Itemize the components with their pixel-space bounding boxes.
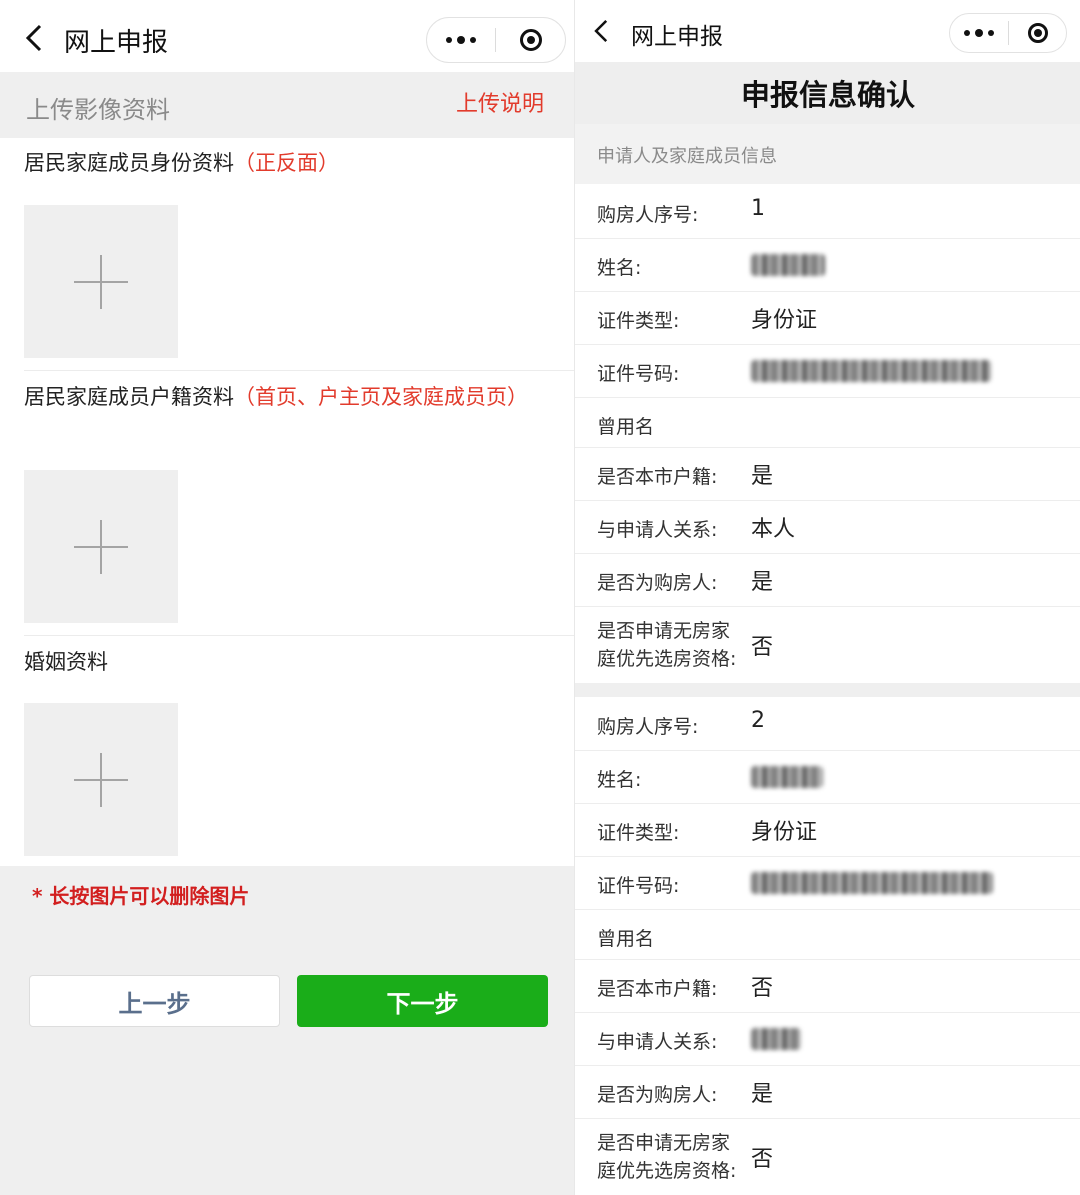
nav-bar: 网上申报	[575, 0, 1080, 62]
info-row: 曾用名	[575, 398, 1080, 448]
upload-list: 居民家庭成员身份资料（正反面） 居民家庭成员户籍资料（首页、户主页及家庭成员页）…	[0, 138, 574, 866]
back-icon[interactable]	[22, 22, 48, 54]
back-icon[interactable]	[591, 17, 613, 45]
divider	[24, 635, 574, 636]
close-mini-program-icon[interactable]	[496, 18, 565, 62]
field-label: 是否申请无房家 庭优先选房资格:	[597, 1132, 737, 1182]
info-row: 是否本市户籍: 是	[575, 448, 1080, 501]
upload-identity-button[interactable]	[24, 205, 178, 358]
section-title: 上传影像资料	[26, 96, 170, 124]
field-label: 是否申请无房家 庭优先选房资格:	[597, 620, 737, 670]
upload-label-identity: 居民家庭成员身份资料（正反面）	[24, 151, 339, 175]
delete-hint: * 长按图片可以删除图片	[32, 884, 250, 908]
upload-section-header: 上传影像资料 上传说明	[0, 72, 574, 138]
field-value: 身份证	[751, 820, 818, 845]
field-label: 证件号码:	[597, 363, 680, 385]
screenshot-pair: 网上申报 上传影像资料 上传说明 居民家庭成员身份资料（正反面） 居民家庭成员户…	[0, 0, 1080, 1195]
upload-note: （正反面）	[234, 151, 339, 175]
field-value: 是	[751, 1082, 774, 1107]
field-label: 是否为购房人:	[597, 572, 718, 594]
nav-title: 网上申报	[64, 28, 169, 58]
info-row: 是否为购房人: 是	[575, 1066, 1080, 1119]
nav-bar: 网上申报	[0, 0, 574, 72]
field-value: 身份证	[751, 308, 818, 333]
field-value: 是	[751, 464, 774, 489]
redacted-name	[751, 254, 825, 276]
field-value: 否	[751, 1147, 774, 1172]
more-menu-icon[interactable]	[950, 14, 1008, 52]
field-value: 2	[751, 708, 765, 733]
info-row: 与申请人关系:	[575, 1013, 1080, 1066]
field-label: 是否本市户籍:	[597, 466, 718, 488]
info-row: 购房人序号: 2	[575, 698, 1080, 751]
buyer-card-1: 购房人序号: 1 姓名: 证件类型: 身份证 证件号码: 曾用名 是否本市户籍:…	[575, 186, 1080, 697]
info-row: 证件类型: 身份证	[575, 804, 1080, 857]
redacted-relation	[751, 1028, 801, 1050]
field-value: 本人	[751, 517, 796, 542]
upload-label-hukou: 居民家庭成员户籍资料（首页、户主页及家庭成员页）	[24, 385, 528, 409]
redacted-name	[751, 766, 823, 788]
field-label: 曾用名	[597, 416, 655, 438]
card-gap	[575, 683, 1080, 697]
info-row: 是否申请无房家 庭优先选房资格: 否	[575, 1119, 1080, 1195]
redacted-id-number	[751, 360, 991, 382]
info-row: 是否为购房人: 是	[575, 554, 1080, 607]
buyer-card-2: 购房人序号: 2 姓名: 证件类型: 身份证 证件号码: 曾用名 是否本市户籍:…	[575, 698, 1080, 1195]
upload-instructions-link[interactable]: 上传说明	[456, 86, 544, 118]
info-row: 曾用名	[575, 910, 1080, 960]
page-title: 申报信息确认	[575, 62, 1080, 124]
info-row: 证件号码:	[575, 345, 1080, 398]
info-row: 购房人序号: 1	[575, 186, 1080, 239]
upload-marriage-button[interactable]	[24, 703, 178, 856]
group-label: 申请人及家庭成员信息	[575, 124, 1080, 184]
close-mini-program-icon[interactable]	[1009, 14, 1066, 52]
info-row: 姓名:	[575, 751, 1080, 804]
info-row: 是否申请无房家 庭优先选房资格: 否	[575, 607, 1080, 683]
field-label: 证件类型:	[597, 822, 680, 844]
field-label: 是否本市户籍:	[597, 978, 718, 1000]
field-label: 与申请人关系:	[597, 1031, 718, 1053]
field-label: 姓名:	[597, 769, 642, 791]
info-row: 证件号码:	[575, 857, 1080, 910]
field-value: 是	[751, 570, 774, 595]
field-value: 1	[751, 196, 765, 221]
field-label: 购房人序号:	[597, 204, 699, 226]
field-value: 否	[751, 976, 774, 1001]
field-label: 证件类型:	[597, 310, 680, 332]
divider	[24, 370, 574, 371]
upload-screen: 网上申报 上传影像资料 上传说明 居民家庭成员身份资料（正反面） 居民家庭成员户…	[0, 0, 574, 1195]
field-label: 证件号码:	[597, 875, 680, 897]
field-value: 否	[751, 635, 774, 660]
field-label: 姓名:	[597, 257, 642, 279]
plus-icon	[74, 520, 128, 574]
more-menu-icon[interactable]	[427, 18, 495, 62]
previous-step-button[interactable]: 上一步	[29, 975, 280, 1027]
plus-icon	[74, 255, 128, 309]
upload-hukou-button[interactable]	[24, 470, 178, 623]
upload-label-marriage: 婚姻资料	[24, 650, 108, 674]
info-row: 姓名:	[575, 239, 1080, 292]
info-row: 与申请人关系: 本人	[575, 501, 1080, 554]
info-row: 是否本市户籍: 否	[575, 960, 1080, 1013]
field-label: 是否为购房人:	[597, 1084, 718, 1106]
field-label: 购房人序号:	[597, 716, 699, 738]
info-row: 证件类型: 身份证	[575, 292, 1080, 345]
nav-title: 网上申报	[631, 24, 723, 50]
next-step-button[interactable]: 下一步	[297, 975, 548, 1027]
field-label: 与申请人关系:	[597, 519, 718, 541]
redacted-id-number	[751, 872, 993, 894]
plus-icon	[74, 753, 128, 807]
upload-note: （首页、户主页及家庭成员页）	[234, 385, 528, 409]
field-label: 曾用名	[597, 928, 655, 950]
confirm-screen: 网上申报 申报信息确认 申请人及家庭成员信息 购房人序号: 1 姓名: 证件类型…	[574, 0, 1080, 1195]
mini-program-capsule	[949, 13, 1067, 53]
mini-program-capsule	[426, 17, 566, 63]
